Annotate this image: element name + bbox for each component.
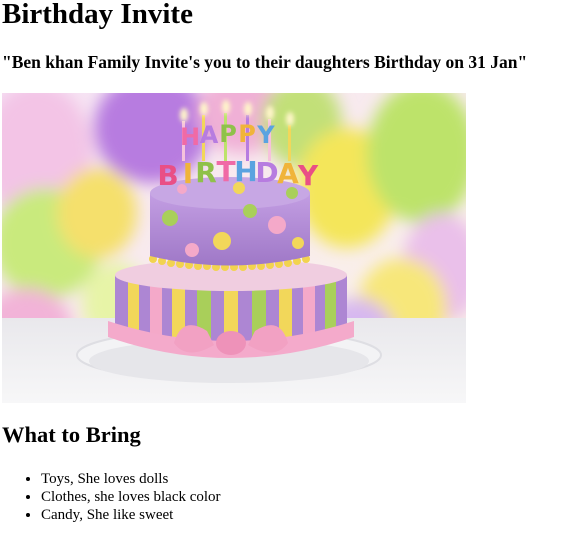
bring-list: Toys, She loves dolls Clothes, she loves… bbox=[0, 470, 221, 524]
svg-text:H: H bbox=[234, 155, 257, 188]
svg-text:Y: Y bbox=[256, 121, 275, 149]
svg-text:P: P bbox=[219, 120, 237, 148]
svg-text:Y: Y bbox=[297, 159, 319, 192]
birthday-cake-image: H A P P Y B I R T H D A Y bbox=[2, 93, 466, 403]
list-item: Toys, She loves dolls bbox=[41, 470, 221, 488]
page-title: Birthday Invite bbox=[2, 0, 193, 30]
svg-text:A: A bbox=[200, 121, 219, 149]
list-item: Candy, She like sweet bbox=[41, 506, 221, 524]
svg-text:H: H bbox=[180, 123, 200, 151]
svg-text:R: R bbox=[195, 156, 217, 189]
list-item: Clothes, she loves black color bbox=[41, 488, 221, 506]
svg-text:D: D bbox=[255, 156, 278, 189]
invitation-text: "Ben khan Family Invite's you to their d… bbox=[2, 52, 528, 72]
svg-text:B: B bbox=[157, 159, 178, 192]
svg-text:P: P bbox=[238, 120, 256, 148]
svg-text:T: T bbox=[216, 155, 235, 188]
svg-text:I: I bbox=[183, 157, 193, 190]
invite-page: Birthday Invite "Ben khan Family Invite'… bbox=[0, 0, 570, 540]
svg-text:A: A bbox=[277, 157, 299, 190]
what-to-bring-heading: What to Bring bbox=[2, 422, 141, 447]
